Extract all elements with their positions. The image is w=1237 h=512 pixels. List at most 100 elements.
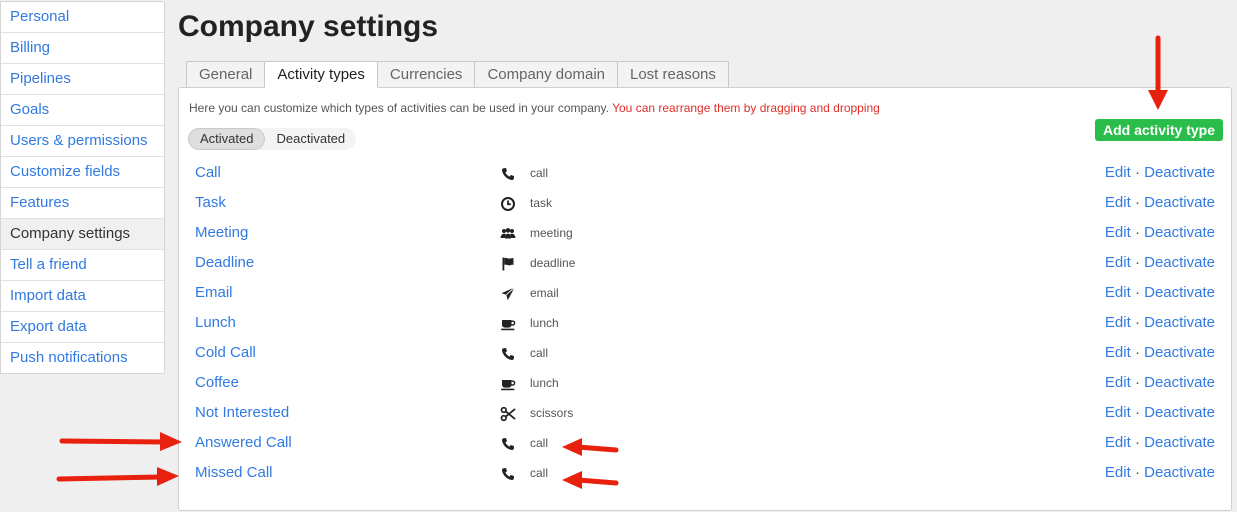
activity-type-name[interactable]: Coffee [195,374,239,391]
arrow-to-answered-call [59,432,182,451]
edit-link[interactable]: Edit [1105,314,1131,331]
tab-currencies[interactable]: Currencies [376,61,476,88]
sidebar-item-company-settings[interactable]: Company settings [1,219,164,250]
activity-type-name[interactable]: Not Interested [195,404,289,421]
activity-type-name[interactable]: Meeting [195,224,248,241]
page-title: Company settings [178,10,439,43]
edit-link[interactable]: Edit [1105,224,1131,241]
activity-type-name[interactable]: Lunch [195,314,236,331]
edit-link[interactable]: Edit [1105,404,1131,421]
action-separator: · [1134,464,1140,481]
deactivate-link[interactable]: Deactivate [1144,404,1215,421]
edit-link[interactable]: Edit [1105,374,1131,391]
deactivate-link[interactable]: Deactivate [1144,464,1215,481]
activity-type-row[interactable]: Email email Edit · Deactivate [179,278,1231,308]
activity-type-list: Call call Edit · Deactivate Task task Edit · … [179,158,1231,488]
deactivate-link[interactable]: Deactivate [1144,164,1215,181]
sidebar-item-customize-fields[interactable]: Customize fields [1,157,164,188]
intro-text: Here you can customize which types of ac… [189,101,880,115]
deactivate-link[interactable]: Deactivate [1144,374,1215,391]
deactivate-link[interactable]: Deactivate [1144,254,1215,271]
action-separator: · [1134,404,1140,421]
filter-deactivated[interactable]: Deactivated [265,128,356,150]
edit-link[interactable]: Edit [1105,254,1131,271]
activity-type-row[interactable]: Call call Edit · Deactivate [179,158,1231,188]
sidebar-item-billing[interactable]: Billing [1,33,164,64]
settings-tabs: General Activity types Currencies Compan… [186,61,729,88]
action-separator: · [1134,224,1140,241]
edit-link[interactable]: Edit [1105,434,1131,451]
row-actions: Edit · Deactivate [1105,434,1215,451]
deactivate-link[interactable]: Deactivate [1144,224,1215,241]
filter-activated[interactable]: Activated [188,128,266,150]
sidebar-item-personal[interactable]: Personal [1,2,164,33]
sidebar-item-push-notifications[interactable]: Push notifications [1,343,164,373]
activity-type-name[interactable]: Deadline [195,254,254,271]
edit-link[interactable]: Edit [1105,344,1131,361]
add-activity-type-button[interactable]: Add activity type [1094,119,1223,141]
deactivate-link[interactable]: Deactivate [1144,314,1215,331]
edit-link[interactable]: Edit [1105,464,1131,481]
cup-icon [500,316,516,332]
action-separator: · [1134,284,1140,301]
arrow-to-add-button [1148,35,1168,110]
sidebar-item-users-permissions[interactable]: Users & permissions [1,126,164,157]
edit-link[interactable]: Edit [1105,164,1131,181]
activity-type-row[interactable]: Task task Edit · Deactivate [179,188,1231,218]
flag-icon [500,256,516,272]
activity-type-name[interactable]: Missed Call [195,464,273,481]
phone-icon [500,466,516,482]
activity-type-name[interactable]: Answered Call [195,434,292,451]
activity-type-name[interactable]: Cold Call [195,344,256,361]
deactivate-link[interactable]: Deactivate [1144,434,1215,451]
action-separator: · [1134,434,1140,451]
row-actions: Edit · Deactivate [1105,194,1215,211]
action-separator: · [1134,194,1140,211]
action-separator: · [1134,374,1140,391]
deactivate-link[interactable]: Deactivate [1144,344,1215,361]
sidebar-item-pipelines[interactable]: Pipelines [1,64,164,95]
phone-icon [500,346,516,362]
activity-type-row[interactable]: Answered Call call Edit · Deactivate [179,428,1231,458]
tab-activity-types[interactable]: Activity types [264,61,378,88]
activation-filter: Activated Deactivated [188,128,357,150]
tab-general[interactable]: General [186,61,266,88]
activity-type-name[interactable]: Call [195,164,221,181]
action-separator: · [1134,254,1140,271]
sidebar-item-tell-a-friend[interactable]: Tell a friend [1,250,164,281]
activity-type-row[interactable]: Cold Call call Edit · Deactivate [179,338,1231,368]
activity-type-name[interactable]: Task [195,194,226,211]
row-actions: Edit · Deactivate [1105,344,1215,361]
activity-type-key: email [530,286,559,300]
arrow-to-missed-call [56,467,179,486]
activity-type-key: call [530,346,549,360]
deactivate-link[interactable]: Deactivate [1144,194,1215,211]
arrow-to-missed-call-key [562,471,619,489]
tab-lost-reasons[interactable]: Lost reasons [617,61,729,88]
activity-type-key: lunch [530,316,559,330]
sidebar-item-export-data[interactable]: Export data [1,312,164,343]
row-actions: Edit · Deactivate [1105,404,1215,421]
activity-type-row[interactable]: Meeting meeting Edit · Deactivate [179,218,1231,248]
phone-icon [500,436,516,452]
row-actions: Edit · Deactivate [1105,314,1215,331]
activity-type-row[interactable]: Lunch lunch Edit · Deactivate [179,308,1231,338]
activity-type-name[interactable]: Email [195,284,233,301]
sidebar-item-import-data[interactable]: Import data [1,281,164,312]
sidebar-item-features[interactable]: Features [1,188,164,219]
scissors-icon [500,406,516,422]
sidebar-item-goals[interactable]: Goals [1,95,164,126]
clock-icon [500,196,516,212]
activity-type-row[interactable]: Not Interested scissors Edit · Deactivate [179,398,1231,428]
row-actions: Edit · Deactivate [1105,374,1215,391]
tab-company-domain[interactable]: Company domain [474,61,618,88]
activity-type-row[interactable]: Coffee lunch Edit · Deactivate [179,368,1231,398]
action-separator: · [1134,314,1140,331]
activity-type-row[interactable]: Deadline deadline Edit · Deactivate [179,248,1231,278]
drag-hint: You can rearrange them by dragging and d… [612,101,880,115]
row-actions: Edit · Deactivate [1105,224,1215,241]
edit-link[interactable]: Edit [1105,194,1131,211]
edit-link[interactable]: Edit [1105,284,1131,301]
deactivate-link[interactable]: Deactivate [1144,284,1215,301]
activity-type-row[interactable]: Missed Call call Edit · Deactivate [179,458,1231,488]
